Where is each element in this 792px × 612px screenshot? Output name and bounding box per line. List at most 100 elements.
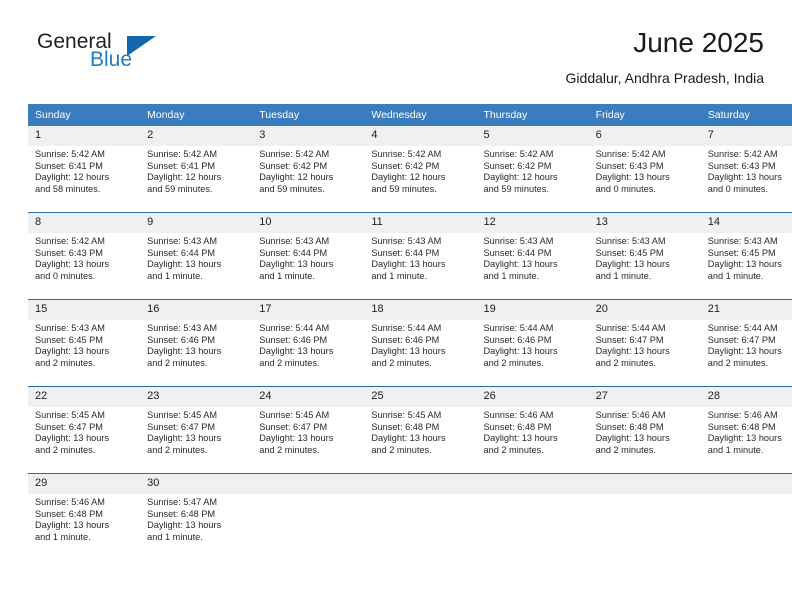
calendar-day-cell[interactable]: 18 Sunrise: 5:44 AM Sunset: 6:46 PM Dayligh…	[364, 299, 477, 387]
calendar-day-cell[interactable]: 28 Sunrise: 5:46 AM Sunset: 6:48 PM Dayligh…	[700, 386, 792, 474]
calendar-cell-empty	[364, 473, 477, 560]
sunrise-text: Sunrise: 5:46 AM	[707, 410, 778, 420]
daylight-text-line2: and 2 minutes.	[259, 357, 320, 368]
sunrise-text: Sunrise: 5:42 AM	[259, 149, 330, 159]
calendar-day-cell[interactable]: 10 Sunrise: 5:43 AM Sunset: 6:44 PM Dayligh…	[252, 212, 365, 300]
sunset-text: Sunset: 6:43 PM	[707, 160, 776, 171]
calendar-day-cell[interactable]: 15 Sunrise: 5:43 AM Sunset: 6:45 PM Dayligh…	[28, 299, 141, 387]
calendar-day-cell[interactable]: 9 Sunrise: 5:43 AM Sunset: 6:44 PM Daylight…	[140, 212, 253, 300]
day-number: 16	[140, 300, 253, 320]
day-number: 22	[28, 387, 141, 407]
calendar-header-row: Sunday Monday Tuesday Wednesday Thursday…	[28, 104, 792, 126]
sunrise-text: Sunrise: 5:42 AM	[371, 149, 442, 159]
calendar-day-cell[interactable]: 21 Sunrise: 5:44 AM Sunset: 6:47 PM Dayligh…	[700, 299, 792, 387]
calendar-day-cell[interactable]: 19 Sunrise: 5:44 AM Sunset: 6:46 PM Dayligh…	[476, 299, 589, 387]
calendar-day-cell[interactable]: 20 Sunrise: 5:44 AM Sunset: 6:47 PM Dayligh…	[588, 299, 701, 387]
sunset-text: Sunset: 6:46 PM	[147, 334, 216, 345]
daylight-text-line1: Daylight: 13 hours	[707, 259, 782, 270]
calendar-cell-inner: 2 Sunrise: 5:42 AM Sunset: 6:41 PM Daylight…	[140, 126, 253, 212]
daylight-text-line1: Daylight: 12 hours	[259, 172, 334, 183]
day-details: Sunrise: 5:42 AM Sunset: 6:43 PM Daylight:…	[701, 146, 792, 195]
sunset-text: Sunset: 6:44 PM	[147, 247, 216, 258]
daylight-text-line2: and 2 minutes.	[595, 357, 656, 368]
weekday-header-sunday: Sunday	[28, 104, 141, 126]
day-details: Sunrise: 5:42 AM Sunset: 6:43 PM Daylight:…	[28, 233, 140, 282]
calendar-day-cell[interactable]: 29 Sunrise: 5:46 AM Sunset: 6:48 PM Dayligh…	[28, 473, 141, 560]
sunrise-text: Sunrise: 5:42 AM	[707, 149, 778, 159]
calendar-day-cell[interactable]: 4 Sunrise: 5:42 AM Sunset: 6:42 PM Daylight…	[364, 126, 477, 213]
sunset-text: Sunset: 6:48 PM	[35, 508, 103, 519]
calendar-cell-inner: 20 Sunrise: 5:44 AM Sunset: 6:47 PM Dayligh…	[588, 300, 701, 386]
day-number: 24	[252, 387, 365, 407]
calendar-day-cell[interactable]: 5 Sunrise: 5:42 AM Sunset: 6:42 PM Daylight…	[476, 126, 589, 213]
calendar-day-cell[interactable]: 30 Sunrise: 5:47 AM Sunset: 6:48 PM Dayligh…	[140, 473, 253, 560]
sunset-text: Sunset: 6:42 PM	[371, 160, 440, 171]
daylight-text-line2: and 0 minutes.	[595, 183, 656, 194]
daylight-text-line2: and 0 minutes.	[707, 183, 769, 194]
daylight-text-line1: Daylight: 12 hours	[371, 172, 446, 183]
calendar-day-cell[interactable]: 24 Sunrise: 5:45 AM Sunset: 6:47 PM Dayligh…	[252, 386, 365, 474]
calendar-week-row: 8 Sunrise: 5:42 AM Sunset: 6:43 PM Daylight…	[28, 212, 792, 300]
day-details: Sunrise: 5:45 AM Sunset: 6:47 PM Daylight:…	[252, 407, 364, 456]
daylight-text-line2: and 1 minute.	[483, 270, 540, 281]
sunset-text: Sunset: 6:46 PM	[259, 334, 328, 345]
calendar-cell-inner: 16 Sunrise: 5:43 AM Sunset: 6:46 PM Dayligh…	[140, 300, 253, 386]
calendar-cell-inner: 27 Sunrise: 5:46 AM Sunset: 6:48 PM Dayligh…	[588, 387, 701, 473]
day-details: Sunrise: 5:42 AM Sunset: 6:41 PM Daylight:…	[28, 146, 140, 195]
calendar-day-cell[interactable]: 6 Sunrise: 5:42 AM Sunset: 6:43 PM Daylight…	[588, 126, 701, 213]
sunset-text: Sunset: 6:43 PM	[595, 160, 664, 171]
day-details: Sunrise: 5:42 AM Sunset: 6:41 PM Daylight:…	[140, 146, 252, 195]
page-header: General Blue June 2025 Giddalur, Andhra …	[28, 27, 764, 98]
calendar-day-cell[interactable]: 11 Sunrise: 5:43 AM Sunset: 6:44 PM Dayligh…	[364, 212, 477, 300]
calendar-day-cell[interactable]: 13 Sunrise: 5:43 AM Sunset: 6:45 PM Dayligh…	[588, 212, 701, 300]
calendar-body: 1 Sunrise: 5:42 AM Sunset: 6:41 PM Daylight…	[28, 126, 792, 560]
daylight-text-line2: and 1 minute.	[259, 270, 315, 281]
daylight-text-line1: Daylight: 12 hours	[35, 172, 110, 183]
day-number	[476, 474, 589, 494]
calendar-day-cell[interactable]: 16 Sunrise: 5:43 AM Sunset: 6:46 PM Dayligh…	[140, 299, 253, 387]
calendar-day-cell[interactable]: 8 Sunrise: 5:42 AM Sunset: 6:43 PM Daylight…	[28, 212, 141, 300]
sunset-text: Sunset: 6:45 PM	[595, 247, 664, 258]
sunrise-text: Sunrise: 5:46 AM	[35, 497, 105, 507]
brand-logo[interactable]: General Blue	[28, 28, 228, 86]
daylight-text-line2: and 59 minutes.	[483, 183, 549, 194]
calendar-day-cell[interactable]: 22 Sunrise: 5:45 AM Sunset: 6:47 PM Dayligh…	[28, 386, 141, 474]
day-details: Sunrise: 5:47 AM Sunset: 6:48 PM Daylight:…	[140, 494, 252, 543]
calendar-cell-inner: 1 Sunrise: 5:42 AM Sunset: 6:41 PM Daylight…	[28, 126, 141, 212]
day-details: Sunrise: 5:43 AM Sunset: 6:45 PM Daylight:…	[701, 233, 792, 282]
daylight-text-line2: and 1 minute.	[35, 531, 91, 542]
calendar-day-cell[interactable]: 2 Sunrise: 5:42 AM Sunset: 6:41 PM Daylight…	[140, 126, 253, 213]
daylight-text-line1: Daylight: 13 hours	[483, 259, 558, 270]
calendar-day-cell[interactable]: 23 Sunrise: 5:45 AM Sunset: 6:47 PM Dayligh…	[140, 386, 253, 474]
calendar-day-cell[interactable]: 17 Sunrise: 5:44 AM Sunset: 6:46 PM Dayligh…	[252, 299, 365, 387]
sunset-text: Sunset: 6:48 PM	[483, 421, 552, 432]
calendar-day-cell[interactable]: 26 Sunrise: 5:46 AM Sunset: 6:48 PM Dayligh…	[476, 386, 589, 474]
calendar-day-cell[interactable]: 25 Sunrise: 5:45 AM Sunset: 6:48 PM Dayligh…	[364, 386, 477, 474]
weekday-header-friday: Friday	[588, 104, 701, 126]
daylight-text-line1: Daylight: 13 hours	[595, 172, 670, 183]
calendar-day-cell[interactable]: 1 Sunrise: 5:42 AM Sunset: 6:41 PM Daylight…	[28, 126, 141, 213]
day-details: Sunrise: 5:43 AM Sunset: 6:44 PM Daylight:…	[252, 233, 364, 282]
day-details: Sunrise: 5:46 AM Sunset: 6:48 PM Daylight:…	[589, 407, 701, 456]
calendar-day-cell[interactable]: 12 Sunrise: 5:43 AM Sunset: 6:44 PM Dayligh…	[476, 212, 589, 300]
day-number: 21	[700, 300, 792, 320]
sunset-text: Sunset: 6:45 PM	[707, 247, 776, 258]
daylight-text-line2: and 1 minute.	[147, 270, 203, 281]
day-number: 6	[588, 126, 701, 146]
sunset-text: Sunset: 6:48 PM	[371, 421, 440, 432]
calendar-day-cell[interactable]: 14 Sunrise: 5:43 AM Sunset: 6:45 PM Dayligh…	[700, 212, 792, 300]
daylight-text-line2: and 2 minutes.	[35, 357, 96, 368]
day-number: 29	[28, 474, 141, 494]
calendar-day-cell[interactable]: 27 Sunrise: 5:46 AM Sunset: 6:48 PM Dayligh…	[588, 386, 701, 474]
calendar-cell-empty	[252, 473, 365, 560]
day-details	[364, 494, 476, 497]
calendar-week-row: 15 Sunrise: 5:43 AM Sunset: 6:45 PM Dayligh…	[28, 299, 792, 387]
day-details: Sunrise: 5:43 AM Sunset: 6:44 PM Daylight:…	[140, 233, 252, 282]
daylight-text-line1: Daylight: 13 hours	[147, 346, 222, 357]
calendar-day-cell[interactable]: 7 Sunrise: 5:42 AM Sunset: 6:43 PM Daylight…	[700, 126, 792, 213]
sunset-text: Sunset: 6:44 PM	[371, 247, 440, 258]
sunset-text: Sunset: 6:42 PM	[483, 160, 552, 171]
calendar-day-cell[interactable]: 3 Sunrise: 5:42 AM Sunset: 6:42 PM Daylight…	[252, 126, 365, 213]
daylight-text-line1: Daylight: 13 hours	[595, 259, 670, 270]
calendar-cell-inner: 8 Sunrise: 5:42 AM Sunset: 6:43 PM Daylight…	[28, 213, 141, 299]
